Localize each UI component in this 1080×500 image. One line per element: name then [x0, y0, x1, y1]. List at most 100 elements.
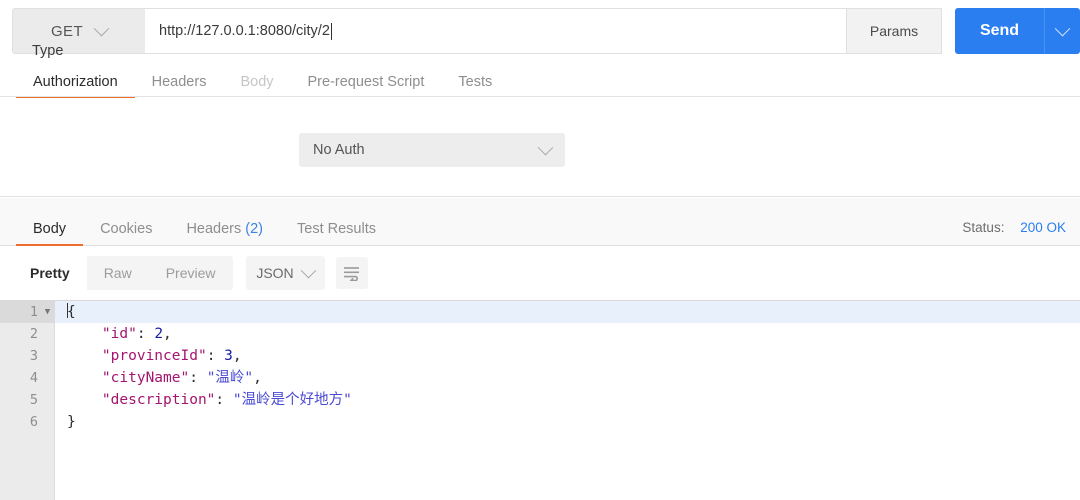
code-text: "cityName": "温岭", [55, 367, 262, 389]
send-button-label: Send [979, 22, 1020, 39]
view-mode-label: Pretty [30, 265, 70, 281]
response-format-value: JSON [256, 265, 294, 281]
send-options-dropdown[interactable] [1044, 8, 1080, 54]
view-mode-raw[interactable]: Raw [87, 256, 149, 290]
code-token-pun [67, 326, 102, 342]
code-token-pun: , [253, 370, 262, 386]
code-token-pun: : [215, 392, 233, 408]
params-button-label: Params [869, 23, 919, 39]
code-token-pun: , [232, 348, 242, 364]
line-number: 3 [29, 348, 38, 364]
request-tab-label: Headers [151, 73, 207, 90]
text-cursor [330, 22, 332, 40]
response-tab-label: Cookies [100, 220, 153, 237]
response-tab-label: Test Results [297, 220, 376, 237]
response-tab-headers[interactable]: Headers (2) [169, 220, 280, 246]
response-body-editor[interactable]: 1 ▼{2 "id": 2, 3 "provinceId": 3, 4 "cityNa… [0, 300, 1080, 500]
code-token-pun [67, 370, 102, 386]
chevron-down-icon [537, 139, 554, 155]
code-token-pun: , [163, 326, 172, 342]
auth-type-label: Type [32, 43, 64, 59]
editor-lines: 1 ▼{2 "id": 2, 3 "provinceId": 3, 4 "cityNa… [0, 301, 1080, 433]
response-tab-test-results[interactable]: Test Results [280, 220, 393, 246]
response-tab-cookies[interactable]: Cookies [83, 220, 169, 246]
response-tab-count-badge: (2) [241, 220, 264, 237]
code-token-key: "provinceId" [101, 348, 207, 364]
status-code: 200 OK [1020, 220, 1066, 235]
view-mode-label: Raw [103, 265, 132, 281]
code-token-pun [67, 392, 102, 408]
code-token-num: 3 [224, 348, 233, 364]
code-text: "provinceId": 3, [55, 345, 242, 367]
code-line: 1 ▼ { [0, 301, 1080, 323]
view-mode-pretty[interactable]: Pretty [13, 256, 87, 290]
request-tab-body[interactable]: Body [223, 73, 290, 99]
code-token-key: "cityName" [101, 370, 190, 386]
code-token-pun: : [136, 326, 155, 342]
request-tabs: Authorization Headers Body Pre-request Scri… [0, 62, 1080, 99]
request-tab-label: Body [240, 73, 274, 90]
code-line: 3 "provinceId": 3, [0, 345, 1080, 367]
view-mode-label: Preview [165, 265, 216, 281]
auth-type-dropdown[interactable]: No Auth [299, 133, 565, 167]
response-tab-label: Body [33, 220, 67, 237]
line-number: 1 [29, 304, 38, 320]
code-text: "id": 2, [55, 323, 172, 345]
code-token-key: "description" [101, 392, 216, 408]
line-number: 5 [29, 392, 38, 408]
code-token-key: "id" [101, 326, 137, 342]
code-line: 6} [0, 411, 1080, 433]
line-number: 6 [29, 414, 38, 430]
code-token-num: 2 [154, 326, 164, 342]
request-tab-tests[interactable]: Tests [441, 73, 509, 99]
code-token-pun: : [189, 370, 207, 386]
response-tabs: Body Cookies Headers (2) Test Results Statu… [0, 198, 1080, 246]
code-line: 5 "description": "温岭是个好地方" [0, 389, 1080, 411]
request-tab-pre-request-script[interactable]: Pre-request Script [291, 73, 442, 99]
code-token-pun: { [67, 304, 76, 320]
code-text: { [55, 301, 76, 323]
fold-toggle-icon[interactable]: ▼ [40, 301, 55, 323]
code-token-pun: : [206, 348, 225, 364]
status-label: Status: [962, 220, 1005, 235]
code-line: 4 "cityName": "温岭", [0, 367, 1080, 389]
request-tab-label: Tests [458, 73, 493, 90]
params-button[interactable]: Params [846, 8, 942, 54]
view-mode-segmented-control: Pretty Raw Preview [13, 256, 233, 290]
request-tab-label: Authorization [33, 73, 118, 90]
auth-type-value: No Auth [313, 142, 365, 158]
code-token-str: "温岭" [206, 370, 254, 386]
code-token-pun: } [67, 414, 76, 430]
request-url-text: http://127.0.0.1:8080/city/2 [159, 23, 330, 39]
code-line: 2 "id": 2, [0, 323, 1080, 345]
response-format-dropdown[interactable]: JSON [245, 256, 325, 290]
request-tab-headers[interactable]: Headers [135, 73, 224, 99]
word-wrap-button[interactable] [335, 257, 368, 289]
send-button-group: Send [955, 8, 1080, 54]
chevron-down-icon [1054, 20, 1071, 36]
code-text: } [55, 411, 76, 433]
postman-window: GET http://127.0.0.1:8080/city/2 Params … [0, 0, 1080, 500]
response-tab-label: Headers [186, 220, 242, 237]
view-mode-preview[interactable]: Preview [149, 256, 233, 290]
line-number: 2 [29, 326, 38, 342]
status-badge: Status: 200 OK [962, 220, 1066, 235]
line-number: 4 [29, 370, 38, 386]
send-button[interactable]: Send [955, 8, 1044, 54]
chevron-down-icon [93, 20, 110, 36]
request-tab-authorization[interactable]: Authorization [16, 73, 135, 99]
request-url-input[interactable]: http://127.0.0.1:8080/city/2 [145, 8, 846, 54]
chevron-down-icon [300, 262, 316, 278]
response-format-toolbar: Pretty Raw Preview JSON [0, 246, 1080, 300]
word-wrap-icon [344, 266, 359, 281]
code-token-pun [67, 348, 102, 364]
request-tab-label: Pre-request Script [307, 73, 425, 90]
response-tab-body[interactable]: Body [16, 220, 84, 246]
http-method-label: GET [50, 22, 84, 40]
code-token-str: "温岭是个好地方" [232, 392, 352, 408]
